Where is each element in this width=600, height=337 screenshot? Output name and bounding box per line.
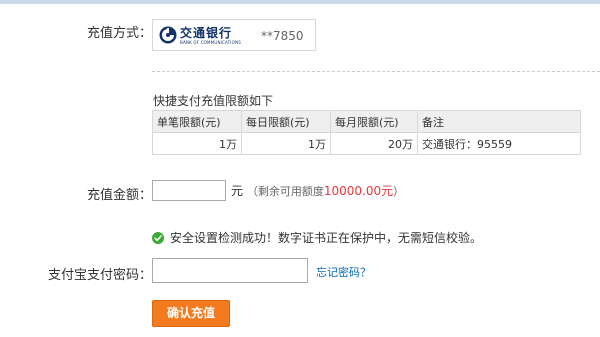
limits-header-single: 单笔限额(元) [152,110,242,133]
card-tail-number: **7850 [261,29,304,43]
check-circle-icon [152,232,164,244]
security-message: 安全设置检测成功！数字证书正在保护中，无需短信校验。 [170,231,483,245]
forgot-password-link[interactable]: 忘记密码？ [316,264,371,280]
limits-header-row: 单笔限额(元) 每日限额(元) 每月限额(元) 备注 [152,110,581,133]
bank-name-english: BANK OF COMMUNICATIONS [180,40,241,45]
limits-title: 快捷支付充值限额如下 [153,94,274,108]
bocom-logo-icon [159,26,177,44]
top-border [0,0,600,4]
limits-header-note: 备注 [417,110,581,133]
limits-table: 单笔限额(元) 每日限额(元) 每月限额(元) 备注 1万 1万 20万 交通银… [152,110,581,155]
security-status: 安全设置检测成功！数字证书正在保护中，无需短信校验。 [152,229,482,246]
available-amount: 10000.00元 [323,184,394,198]
limit-single-value: 1万 [152,132,242,155]
divider [152,71,600,72]
password-field[interactable] [152,258,308,283]
recharge-page: 充值方式： 交通银行 BANK OF COMMUNICATIONS **7850… [0,0,600,337]
bank-card-selector[interactable]: 交通银行 BANK OF COMMUNICATIONS **7850 [152,19,316,51]
bank-name: 交通银行 [180,26,233,40]
amount-input[interactable] [152,180,226,201]
amount-unit: 元 [231,184,244,198]
available-prefix: （剩余可用额度 [246,185,324,198]
recharge-method-label: 充值方式： [86,26,152,41]
password-label: 支付宝支付密码： [47,268,152,283]
confirm-recharge-button[interactable]: 确认充值 [152,300,230,327]
limits-header-monthly: 每月限额(元) [330,110,418,133]
available-suffix: ） [393,185,405,198]
amount-info: 元 （剩余可用额度10000.00元） [231,182,404,199]
limit-note-value: 交通银行：95559 [417,132,581,155]
amount-label: 充值金额： [86,188,152,203]
limit-monthly-value: 20万 [330,132,418,155]
limits-header-daily: 每日限额(元) [241,110,331,133]
limit-daily-value: 1万 [241,132,331,155]
table-row: 1万 1万 20万 交通银行：95559 [152,132,581,155]
